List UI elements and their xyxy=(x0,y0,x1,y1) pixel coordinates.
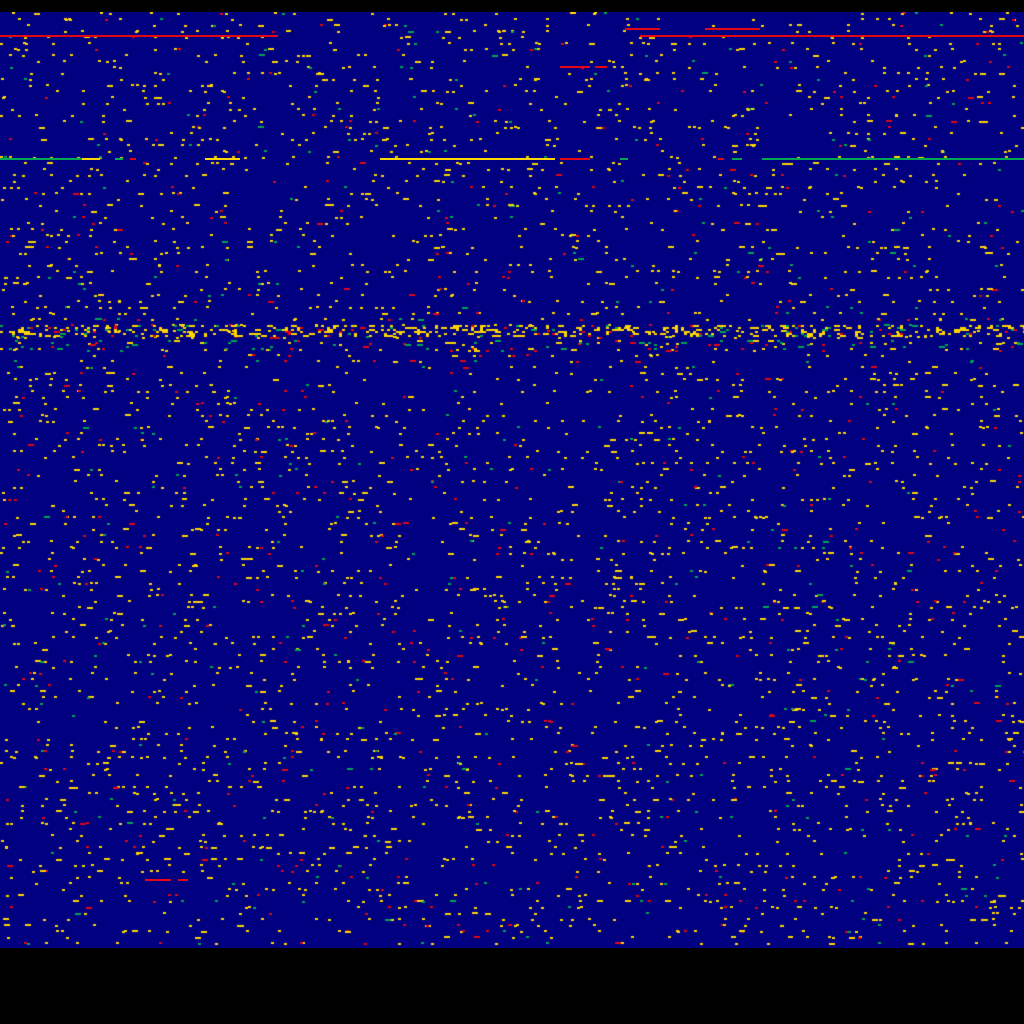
line-segment xyxy=(115,158,123,160)
line-segment xyxy=(130,158,136,160)
line-segment xyxy=(625,28,660,30)
line-segment xyxy=(705,28,760,30)
line-segment xyxy=(560,66,590,68)
line-segment xyxy=(732,158,742,160)
line-segment xyxy=(718,158,724,160)
line-segment xyxy=(0,35,278,37)
pixel-frame xyxy=(0,12,1024,948)
line-segment xyxy=(82,158,100,160)
line-segment xyxy=(380,158,555,160)
line-segment xyxy=(560,158,590,160)
pixel-noise-canvas xyxy=(0,12,1024,948)
line-segment xyxy=(205,158,240,160)
line-segment xyxy=(620,158,628,160)
line-segment xyxy=(0,158,82,160)
line-segment xyxy=(145,879,171,881)
line-segment xyxy=(640,35,1024,37)
line-segment xyxy=(595,66,607,68)
line-segment xyxy=(762,158,1024,160)
line-segment xyxy=(178,879,188,881)
